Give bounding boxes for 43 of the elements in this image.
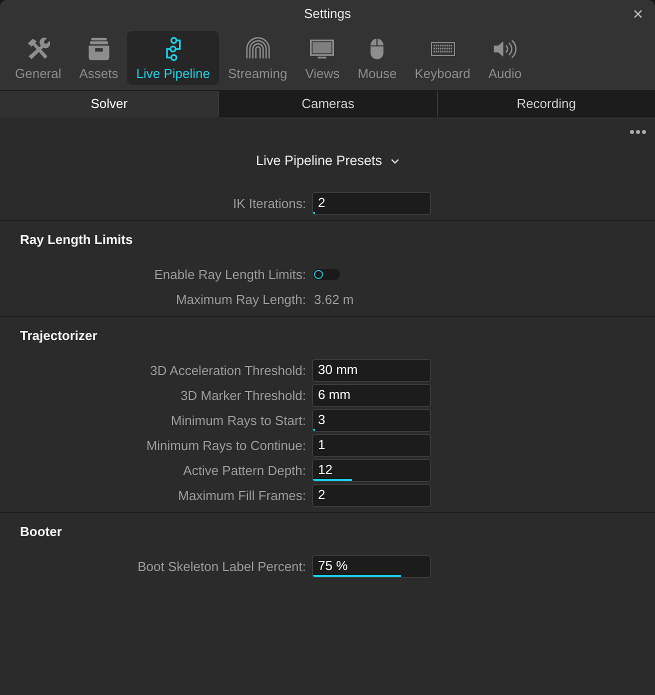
field-label: 3D Marker Threshold:	[180, 386, 306, 405]
category-tab[interactable]: Assets	[70, 31, 128, 85]
subtab[interactable]: Recording	[436, 91, 655, 117]
category-tab[interactable]: Streaming	[218, 31, 296, 85]
field-label: Active Pattern Depth:	[183, 462, 306, 480]
category-tab[interactable]: Mouse	[348, 31, 406, 85]
field-label: Maximum Fill Frames:	[178, 486, 306, 505]
section-title: Trajectorizer	[19, 327, 98, 345]
more-icon[interactable]	[630, 130, 646, 134]
number-field[interactable]: 30 mm	[312, 359, 431, 382]
field-label: IK Iterations:	[233, 194, 306, 213]
number-field[interactable]: 3	[312, 409, 431, 432]
number-field[interactable]: 1	[312, 434, 431, 457]
category-tab[interactable]: General	[6, 31, 70, 85]
monitor-icon	[310, 37, 334, 61]
number-field[interactable]: 6 mm	[312, 384, 431, 407]
toggle-switch[interactable]	[313, 269, 340, 280]
category-tab[interactable]: Live Pipeline	[127, 31, 219, 85]
field-label: Enable Ray Length Limits:	[154, 266, 306, 284]
section-title: Ray Length Limits	[19, 231, 133, 249]
category-tab[interactable]: Audio	[479, 31, 531, 85]
concentric-arcs-icon	[246, 37, 270, 61]
category-tab[interactable]: Keyboard	[406, 31, 480, 85]
field-label: Minimum Rays to Start:	[170, 412, 306, 430]
window-title: Settings	[304, 4, 351, 23]
field-label: 3D Acceleration Threshold:	[150, 362, 306, 380]
number-field[interactable]: 2	[312, 192, 431, 215]
section-title: Booter	[19, 523, 62, 541]
number-field[interactable]: 12	[312, 459, 431, 482]
tools-icon	[26, 37, 50, 61]
category-tab[interactable]: Views	[296, 31, 349, 85]
number-field[interactable]: 75 %	[312, 555, 431, 578]
archive-box-icon	[86, 37, 111, 61]
speaker-icon	[493, 37, 517, 61]
value-text: 3.62 m	[313, 290, 354, 309]
subtab[interactable]: Cameras	[218, 91, 437, 117]
caret-icon	[391, 158, 400, 164]
number-field[interactable]: 2	[312, 484, 431, 507]
close-icon[interactable]	[634, 10, 642, 18]
field-label: Maximum Ray Length:	[176, 290, 306, 309]
field-label: Boot Skeleton Label Percent:	[138, 558, 306, 576]
field-label: Minimum Rays to Continue:	[146, 436, 306, 455]
presets-dropdown[interactable]: Live Pipeline Presets	[252, 148, 404, 174]
